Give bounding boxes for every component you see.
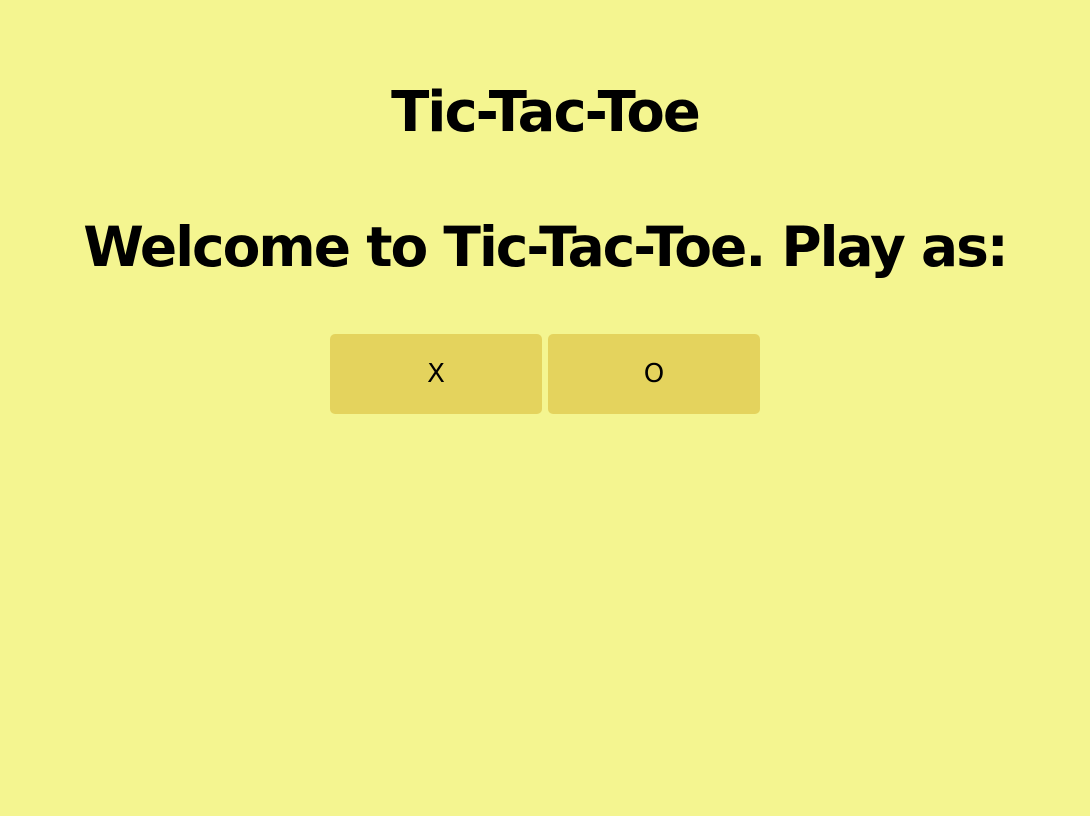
app-root: Tic-Tac-Toe Welcome to Tic-Tac-Toe. Play… xyxy=(0,0,1090,816)
welcome-message: Welcome to Tic-Tac-Toe. Play as: xyxy=(83,215,1009,279)
page-title: Tic-Tac-Toe xyxy=(391,80,701,145)
player-choice-group: X O xyxy=(330,334,760,414)
play-as-o-button[interactable]: O xyxy=(548,334,760,414)
play-as-x-button[interactable]: X xyxy=(330,334,542,414)
